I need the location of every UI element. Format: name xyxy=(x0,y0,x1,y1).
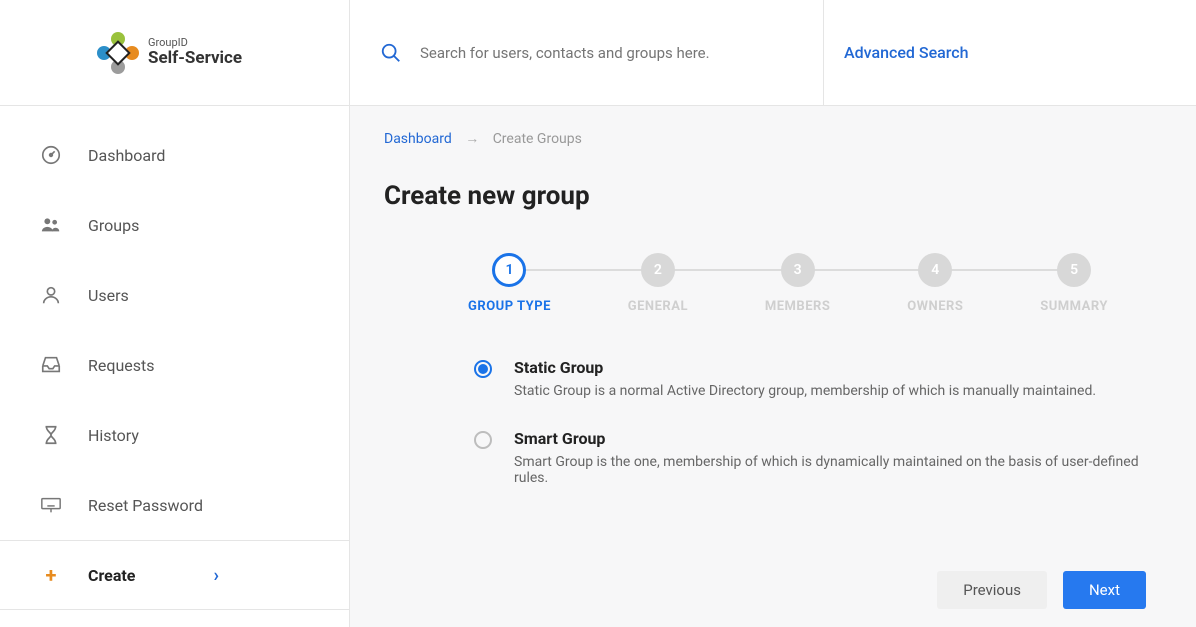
step-label: GROUP TYPE xyxy=(468,299,551,314)
logo[interactable]: GroupID Self-Service xyxy=(0,0,350,105)
step-label: GENERAL xyxy=(628,299,688,314)
radio-icon[interactable] xyxy=(474,360,492,378)
step-summary[interactable]: 5 SUMMARY xyxy=(1040,253,1108,314)
user-icon xyxy=(40,284,62,306)
step-number: 5 xyxy=(1057,253,1091,287)
step-label: SUMMARY xyxy=(1040,299,1108,314)
sidebar-item-requests[interactable]: Requests xyxy=(0,330,349,400)
sidebar-item-create[interactable]: + Create › xyxy=(0,540,349,610)
sidebar-item-label: Dashboard xyxy=(88,146,165,165)
sidebar-item-reset-password[interactable]: Reset Password xyxy=(0,470,349,540)
option-smart-group[interactable]: Smart Group Smart Group is the one, memb… xyxy=(474,429,1162,486)
sidebar-item-label: Requests xyxy=(88,356,155,375)
advanced-search-link[interactable]: Advanced Search xyxy=(844,43,969,62)
chevron-right-icon: › xyxy=(214,565,219,586)
option-desc: Static Group is a normal Active Director… xyxy=(514,383,1096,399)
advanced-search-cell: Advanced Search xyxy=(824,0,1196,105)
logo-big: Self-Service xyxy=(148,49,242,68)
sidebar-item-label: History xyxy=(88,426,139,445)
step-general[interactable]: 2 GENERAL xyxy=(628,253,688,314)
step-number: 1 xyxy=(492,253,526,287)
group-type-options: Static Group Static Group is a normal Ac… xyxy=(384,358,1162,486)
wizard-footer: Previous Next xyxy=(937,571,1146,609)
users-icon xyxy=(40,214,62,236)
step-label: OWNERS xyxy=(907,299,963,314)
breadcrumb: Dashboard → Create Groups xyxy=(384,130,1162,147)
step-label: MEMBERS xyxy=(765,299,831,314)
search-input[interactable] xyxy=(420,44,793,62)
sidebar: Dashboard Groups Users xyxy=(0,106,350,627)
sidebar-item-label: Create xyxy=(88,566,135,585)
sidebar-item-users[interactable]: Users xyxy=(0,260,349,330)
option-static-group[interactable]: Static Group Static Group is a normal Ac… xyxy=(474,358,1162,399)
hourglass-icon xyxy=(40,424,62,446)
sidebar-item-label: Reset Password xyxy=(88,496,203,515)
arrow-right-icon: → xyxy=(465,131,479,147)
step-owners[interactable]: 4 OWNERS xyxy=(907,253,963,314)
radio-icon[interactable] xyxy=(474,431,492,449)
step-members[interactable]: 3 MEMBERS xyxy=(765,253,831,314)
search-bar[interactable] xyxy=(350,0,824,105)
step-number: 3 xyxy=(781,253,815,287)
step-number: 4 xyxy=(918,253,952,287)
search-icon xyxy=(380,42,402,64)
breadcrumb-root[interactable]: Dashboard xyxy=(384,131,452,147)
gauge-icon xyxy=(40,144,62,166)
breadcrumb-current: Create Groups xyxy=(493,131,582,147)
next-button[interactable]: Next xyxy=(1063,571,1146,609)
previous-button[interactable]: Previous xyxy=(937,571,1047,609)
sidebar-item-label: Users xyxy=(88,286,129,305)
main-content: Dashboard → Create Groups Create new gro… xyxy=(350,106,1196,627)
wizard-stepper: 1 GROUP TYPE 2 GENERAL 3 MEMBERS 4 OWNER… xyxy=(384,253,1162,314)
sidebar-item-groups[interactable]: Groups xyxy=(0,190,349,260)
inbox-icon xyxy=(40,354,62,376)
option-desc: Smart Group is the one, membership of wh… xyxy=(514,454,1162,486)
keyboard-icon xyxy=(40,494,62,516)
page-title: Create new group xyxy=(384,181,1162,211)
sidebar-item-label: Groups xyxy=(88,216,139,235)
header: GroupID Self-Service Advanced Search xyxy=(0,0,1196,106)
step-group-type[interactable]: 1 GROUP TYPE xyxy=(468,253,551,314)
option-title: Static Group xyxy=(514,358,1096,377)
sidebar-item-history[interactable]: History xyxy=(0,400,349,470)
plus-icon: + xyxy=(40,563,62,587)
sidebar-item-dashboard[interactable]: Dashboard xyxy=(0,120,349,190)
step-number: 2 xyxy=(641,253,675,287)
option-title: Smart Group xyxy=(514,429,1162,448)
logo-icon xyxy=(96,31,140,75)
